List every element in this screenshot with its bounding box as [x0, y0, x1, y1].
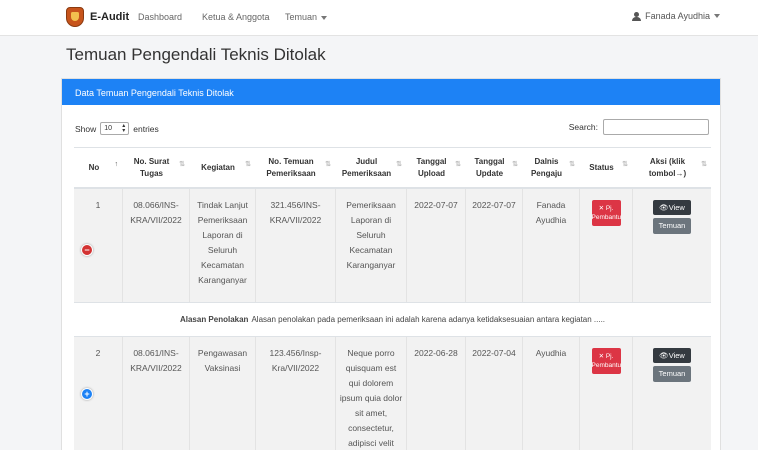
length-suffix: entries — [133, 123, 159, 134]
reason-label: Alasan Penolakan — [179, 315, 249, 324]
table-header: No ↑ No. Surat Tugas ⇅ Kegiatan ⇅ No. Temua… — [74, 147, 711, 189]
user-menu[interactable]: Fanada Ayudhia — [632, 11, 720, 21]
entries-select-value: 10 — [104, 125, 113, 132]
header-label: No. Surat Tugas — [133, 156, 170, 178]
sort-icon: ⇅ — [512, 161, 518, 168]
cell-temuan: 321.456/INS-KRA/VII/2022 — [255, 189, 335, 302]
status-badge: ✕ Pj. Pembantu — [591, 200, 621, 226]
sort-icon: ⇅ — [455, 161, 461, 168]
sort-icon: ⇅ — [396, 161, 402, 168]
column-header-no[interactable]: No ↑ — [74, 148, 122, 187]
cell-upload: 2022-07-07 — [406, 189, 465, 302]
cell-update: 2022-07-04 — [465, 337, 522, 450]
header-label: Judul Pemeriksaan — [341, 156, 392, 178]
column-header-upload[interactable]: Tanggal Upload ⇅ — [406, 148, 465, 187]
nav-dashboard[interactable]: Dashboard — [138, 12, 182, 22]
column-header-update[interactable]: Tanggal Update ⇅ — [465, 148, 522, 187]
column-header-kegiatan[interactable]: Kegiatan ⇅ — [189, 148, 255, 187]
header-label: Status — [589, 162, 614, 172]
entries-length-control: Show 10 ▴ ▾ entries — [75, 122, 159, 135]
nav-temuan-label: Temuan — [285, 12, 318, 22]
eye-icon: 👁 — [659, 351, 669, 360]
sort-icon: ⇅ — [701, 161, 707, 168]
cell-status: ✕ Pj. Pembantu — [579, 189, 632, 302]
card-header: Data Temuan Pengendali Teknis Ditolak — [62, 79, 720, 105]
nav-temuan-dropdown[interactable]: Temuan — [285, 12, 328, 22]
cell-dalnis: Ayudhia — [522, 337, 579, 450]
sort-icon: ⇅ — [569, 161, 575, 168]
chevron-down-icon — [321, 15, 328, 20]
updown-icon: ▴ ▾ — [122, 122, 126, 134]
view-label: View — [668, 203, 685, 212]
cell-judul: Pemeriksaan Laporan di Seluruh Kecamatan… — [335, 189, 406, 302]
table-row: 2 + 08.061/INS-KRA/VII/2022 Pengawasan V… — [74, 337, 711, 450]
header-label: Tanggal Upload — [416, 156, 447, 178]
column-header-aksi[interactable]: Aksi (klik tombol→) ⇅ — [632, 148, 711, 187]
sort-icon: ⇅ — [179, 161, 185, 168]
temuan-button[interactable]: Temuan — [653, 218, 691, 234]
column-header-judul[interactable]: Judul Pemeriksaan ⇅ — [335, 148, 406, 187]
header-label: Tanggal Update — [474, 156, 505, 178]
search-control: Search: — [569, 119, 709, 135]
cell-kegiatan: Pengawasan Vaksinasi — [189, 337, 255, 450]
cell-upload: 2022-06-28 — [406, 337, 465, 450]
page-title: Temuan Pengendali Teknis Ditolak — [66, 45, 326, 64]
cell-aksi: 👁View Temuan — [632, 189, 711, 302]
cell-surat: 08.061/INS-KRA/VII/2022 — [122, 337, 189, 450]
data-table: No ↑ No. Surat Tugas ⇅ Kegiatan ⇅ No. Temua… — [74, 147, 711, 450]
column-header-dalnis[interactable]: Dalnis Pengaju ⇅ — [522, 148, 579, 187]
header-label: Dalnis Pengaju — [530, 156, 563, 178]
cell-kegiatan: Tindak Lanjut Pemeriksaan Laporan di Sel… — [189, 189, 255, 302]
view-button[interactable]: 👁View — [653, 348, 691, 363]
minus-circle-icon[interactable]: − — [82, 245, 92, 255]
table-row: 1 − 08.066/INS-KRA/VII/2022 Tindak Lanju… — [74, 189, 711, 303]
column-header-temuan[interactable]: No. Temuan Pemeriksaan ⇅ — [255, 148, 335, 187]
user-name: Fanada Ayudhia — [645, 11, 710, 21]
sort-icon: ⇅ — [245, 161, 251, 168]
row-detail: Alasan Penolakan Alasan penolakan pada p… — [74, 303, 711, 337]
cell-no: 1 − — [74, 189, 122, 302]
reason-text: Alasan penolakan pada pemeriksaan ini ad… — [251, 315, 606, 324]
sort-icon: ⇅ — [325, 161, 331, 168]
temuan-button[interactable]: Temuan — [653, 366, 691, 382]
crest-logo-icon — [66, 7, 84, 27]
header-label: No — [88, 162, 100, 172]
plus-circle-icon[interactable]: + — [82, 389, 92, 399]
column-header-surat[interactable]: No. Surat Tugas ⇅ — [122, 148, 189, 187]
brand-name: E-Audit — [90, 11, 130, 23]
user-icon — [632, 11, 642, 21]
row-number: 2 — [95, 348, 101, 358]
search-label: Search: — [568, 122, 598, 132]
view-button[interactable]: 👁View — [653, 200, 691, 215]
cell-temuan: 123.456/Insp-Kra/VII/2022 — [255, 337, 335, 450]
nav-ketua-anggota[interactable]: Ketua & Anggota — [202, 12, 270, 22]
cell-judul: Neque porro quisquam est qui dolorem ips… — [335, 337, 406, 450]
cell-no: 2 + — [74, 337, 122, 450]
entries-select[interactable]: 10 ▴ ▾ — [100, 122, 130, 135]
header-label: Kegiatan — [201, 162, 235, 172]
view-label: View — [668, 351, 685, 360]
navbar: E-Audit Dashboard Ketua & Anggota Temuan… — [0, 0, 758, 36]
brand[interactable]: E-Audit — [66, 7, 129, 27]
row-number: 1 — [95, 200, 101, 210]
header-label: No. Temuan Pemeriksaan — [266, 156, 316, 178]
cell-surat: 08.066/INS-KRA/VII/2022 — [122, 189, 189, 302]
search-input[interactable] — [603, 119, 709, 135]
length-prefix: Show — [75, 123, 97, 134]
sort-icon: ↑ — [114, 161, 119, 168]
status-badge: ✕ Pj. Pembantu — [591, 348, 621, 374]
cell-update: 2022-07-07 — [465, 189, 522, 302]
data-card: Data Temuan Pengendali Teknis Ditolak Sh… — [61, 78, 721, 450]
eye-icon: 👁 — [659, 203, 669, 212]
cell-aksi: 👁View Temuan — [632, 337, 711, 450]
cell-status: ✕ Pj. Pembantu — [579, 337, 632, 450]
cell-dalnis: Fanada Ayudhia — [522, 189, 579, 302]
sort-icon: ⇅ — [622, 161, 628, 168]
column-header-status[interactable]: Status ⇅ — [579, 148, 632, 187]
header-label: Aksi (klik tombol→) — [648, 156, 687, 178]
chevron-down-icon — [714, 14, 720, 18]
